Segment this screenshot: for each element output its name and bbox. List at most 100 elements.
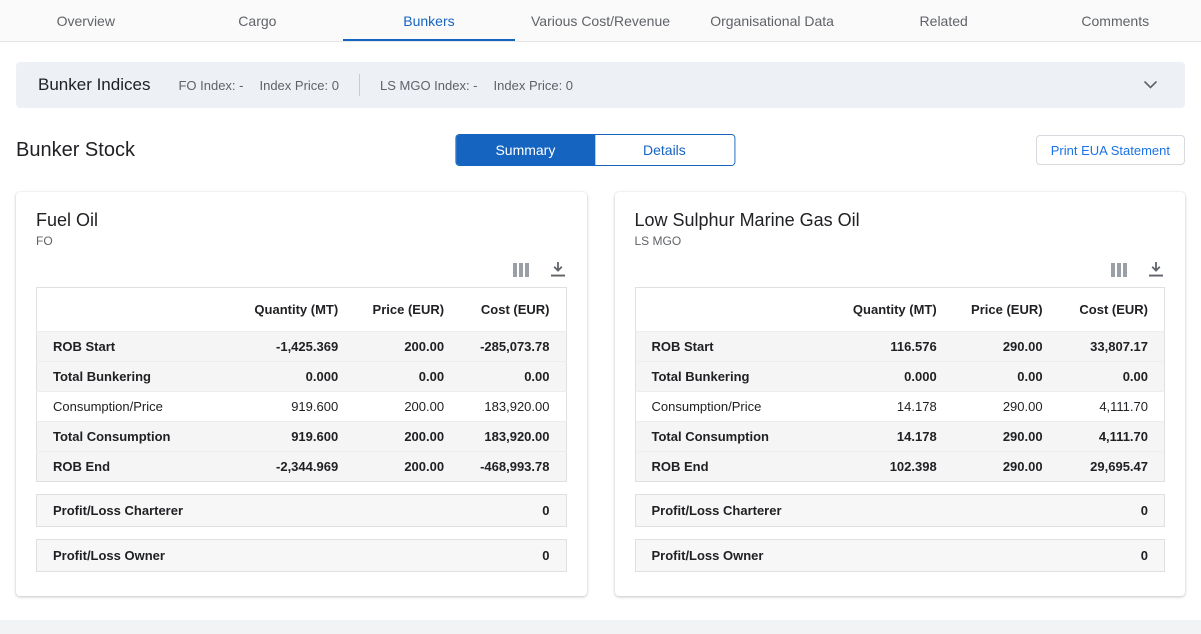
row-price: 290.00: [953, 422, 1059, 452]
row-cost: -468,993.78: [460, 452, 566, 482]
columns-icon[interactable]: [513, 263, 529, 277]
profit-loss-value: 0: [542, 503, 549, 518]
tab-label: Cargo: [238, 13, 276, 29]
table-row: Consumption/Price 919.600 200.00 183,920…: [37, 392, 567, 422]
page-bottom-strip: [0, 620, 1201, 634]
row-cost: 4,111.70: [1059, 422, 1165, 452]
tab-overview[interactable]: Overview: [0, 0, 172, 41]
bunker-indices-bar[interactable]: Bunker Indices FO Index: - Index Price: …: [16, 62, 1185, 108]
row-label: ROB Start: [635, 332, 815, 362]
row-cost: 183,920.00: [460, 392, 566, 422]
profit-loss-label: Profit/Loss Owner: [652, 548, 764, 563]
cost-header: Cost (EUR): [460, 288, 566, 332]
tab-cargo[interactable]: Cargo: [172, 0, 344, 41]
table-row: Total Consumption 14.178 290.00 4,111.70: [635, 422, 1165, 452]
profit-loss-label: Profit/Loss Owner: [53, 548, 165, 563]
row-quantity: 116.576: [815, 332, 953, 362]
tab-various-cost-revenue[interactable]: Various Cost/Revenue: [515, 0, 687, 41]
card-title: Low Sulphur Marine Gas Oil: [635, 210, 1166, 231]
fo-index-price: Index Price: 0: [259, 78, 339, 93]
row-price: 0.00: [354, 362, 460, 392]
profit-loss-owner-row: Profit/Loss Owner 0: [635, 539, 1166, 572]
columns-icon[interactable]: [1111, 263, 1127, 277]
corner-header: [635, 288, 815, 332]
cost-header: Cost (EUR): [1059, 288, 1165, 332]
bunker-cards: Fuel Oil FO Quantity (MT) Price (EUR) Co…: [16, 192, 1185, 596]
table-header-row: Quantity (MT) Price (EUR) Cost (EUR): [37, 288, 567, 332]
row-label: Consumption/Price: [37, 392, 217, 422]
row-quantity: 14.178: [815, 422, 953, 452]
profit-loss-charterer-row: Profit/Loss Charterer 0: [635, 494, 1166, 527]
row-quantity: 0.000: [217, 362, 355, 392]
price-header: Price (EUR): [953, 288, 1059, 332]
table-row: Total Bunkering 0.000 0.00 0.00: [635, 362, 1165, 392]
table-header-row: Quantity (MT) Price (EUR) Cost (EUR): [635, 288, 1165, 332]
table-row: Total Bunkering 0.000 0.00 0.00: [37, 362, 567, 392]
row-cost: 183,920.00: [460, 422, 566, 452]
table-row: Consumption/Price 14.178 290.00 4,111.70: [635, 392, 1165, 422]
tab-label: Bunkers: [403, 13, 454, 29]
lsmgo-index-price: Index Price: 0: [494, 78, 574, 93]
profit-loss-value: 0: [542, 548, 549, 563]
row-label: ROB End: [37, 452, 217, 482]
row-cost: 4,111.70: [1059, 392, 1165, 422]
tab-label: Various Cost/Revenue: [531, 13, 670, 29]
row-quantity: -2,344.969: [217, 452, 355, 482]
profit-loss-label: Profit/Loss Charterer: [53, 503, 183, 518]
download-icon[interactable]: [551, 262, 565, 277]
fo-index-value: FO Index: -: [178, 78, 243, 93]
row-price: 290.00: [953, 452, 1059, 482]
row-cost: 0.00: [1059, 362, 1165, 392]
chevron-down-icon[interactable]: [1138, 75, 1163, 95]
tab-organisational-data[interactable]: Organisational Data: [686, 0, 858, 41]
lsmgo-index-value: LS MGO Index: -: [380, 78, 478, 93]
price-header: Price (EUR): [354, 288, 460, 332]
fuel-oil-table: Quantity (MT) Price (EUR) Cost (EUR) ROB…: [36, 287, 567, 482]
download-icon[interactable]: [1149, 262, 1163, 277]
row-label: ROB Start: [37, 332, 217, 362]
profit-loss-label: Profit/Loss Charterer: [652, 503, 782, 518]
page-title: Bunker Stock: [16, 139, 135, 162]
table-row: ROB Start 116.576 290.00 33,807.17: [635, 332, 1165, 362]
row-cost: -285,073.78: [460, 332, 566, 362]
row-quantity: 0.000: [815, 362, 953, 392]
table-row: ROB Start -1,425.369 200.00 -285,073.78: [37, 332, 567, 362]
row-price: 200.00: [354, 422, 460, 452]
table-row: Total Consumption 919.600 200.00 183,920…: [37, 422, 567, 452]
card-toolbar: [36, 262, 565, 277]
row-label: ROB End: [635, 452, 815, 482]
card-subtitle: LS MGO: [635, 234, 1166, 248]
tab-bunkers[interactable]: Bunkers: [343, 0, 515, 41]
row-price: 290.00: [953, 392, 1059, 422]
ls-mgo-table: Quantity (MT) Price (EUR) Cost (EUR) ROB…: [635, 287, 1166, 482]
card-toolbar: [635, 262, 1164, 277]
table-row: ROB End 102.398 290.00 29,695.47: [635, 452, 1165, 482]
row-label: Total Bunkering: [37, 362, 217, 392]
row-cost: 29,695.47: [1059, 452, 1165, 482]
details-toggle-button[interactable]: Details: [595, 135, 734, 165]
view-toggle: Summary Details: [455, 134, 735, 166]
profit-loss-value: 0: [1141, 548, 1148, 563]
fuel-oil-card: Fuel Oil FO Quantity (MT) Price (EUR) Co…: [16, 192, 587, 596]
row-label: Total Consumption: [37, 422, 217, 452]
row-price: 200.00: [354, 392, 460, 422]
ls-mgo-card: Low Sulphur Marine Gas Oil LS MGO Quanti…: [615, 192, 1186, 596]
tab-related[interactable]: Related: [858, 0, 1030, 41]
row-price: 200.00: [354, 452, 460, 482]
row-quantity: 102.398: [815, 452, 953, 482]
bunker-stock-header: Bunker Stock Summary Details Print EUA S…: [16, 134, 1185, 166]
tab-label: Related: [920, 13, 968, 29]
tab-comments[interactable]: Comments: [1029, 0, 1201, 41]
quantity-header: Quantity (MT): [815, 288, 953, 332]
row-price: 0.00: [953, 362, 1059, 392]
row-label: Total Bunkering: [635, 362, 815, 392]
row-quantity: 919.600: [217, 422, 355, 452]
card-title: Fuel Oil: [36, 210, 567, 231]
print-eua-statement-button[interactable]: Print EUA Statement: [1036, 135, 1185, 165]
row-quantity: 919.600: [217, 392, 355, 422]
row-quantity: 14.178: [815, 392, 953, 422]
card-subtitle: FO: [36, 234, 567, 248]
top-tab-bar: Overview Cargo Bunkers Various Cost/Reve…: [0, 0, 1201, 42]
profit-loss-owner-row: Profit/Loss Owner 0: [36, 539, 567, 572]
summary-toggle-button[interactable]: Summary: [456, 135, 595, 165]
